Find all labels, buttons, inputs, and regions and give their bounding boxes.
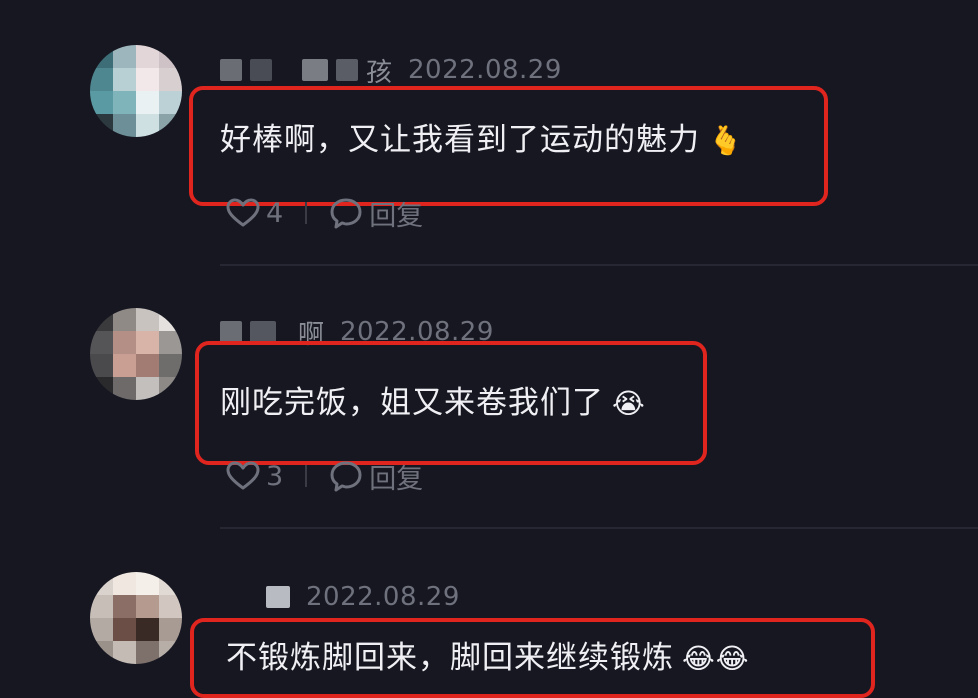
comment-bubble-icon — [329, 460, 363, 492]
emoji: 😭 — [612, 387, 646, 420]
comment-meta: 2022.08.29 — [220, 581, 460, 613]
username-blur — [250, 59, 272, 81]
comment-actions: 4 回复 — [226, 194, 423, 233]
comment-text-content: 好棒啊，又让我看到了运动的魅力 — [220, 122, 700, 158]
reply-button[interactable]: 回复 — [329, 457, 423, 496]
comment-date: 2022.08.29 — [306, 582, 460, 612]
emoji: 🫰 — [708, 124, 744, 157]
action-separator — [305, 202, 308, 224]
reply-button[interactable]: 回复 — [329, 194, 423, 233]
comment-text: 刚吃完饭，姐又来卷我们了 😭 — [220, 377, 646, 422]
avatar[interactable] — [90, 308, 182, 400]
reply-label: 回复 — [369, 463, 424, 495]
comment-meta: 孩 2022.08.29 — [220, 52, 562, 89]
divider — [220, 264, 978, 266]
comment-text: 不锻炼脚回来，脚回来继续锻炼 😂😂 — [226, 632, 749, 677]
username-blur — [250, 321, 276, 343]
like-count: 3 — [266, 460, 284, 492]
comment-text-content: 不锻炼脚回来，脚回来继续锻炼 — [226, 640, 674, 676]
username-blur — [220, 321, 242, 343]
reply-label: 回复 — [369, 200, 424, 232]
like-button[interactable]: 3 — [226, 461, 283, 492]
comment-bubble-icon — [329, 197, 363, 229]
action-separator — [305, 465, 308, 487]
emoji: 😂😂 — [682, 642, 750, 675]
like-button[interactable]: 4 — [226, 198, 283, 229]
heart-icon — [226, 461, 260, 491]
avatar[interactable] — [90, 45, 182, 137]
username-blur — [302, 59, 328, 81]
divider — [220, 527, 978, 529]
comment-actions: 3 回复 — [226, 457, 423, 496]
comment-date: 2022.08.29 — [408, 55, 562, 85]
like-count: 4 — [266, 197, 284, 229]
username-blur — [266, 586, 290, 608]
heart-icon — [226, 198, 260, 228]
username-blur — [336, 59, 358, 81]
username-blur — [220, 59, 242, 81]
username[interactable]: 孩 — [366, 52, 392, 89]
comment-text-content: 刚吃完饭，姐又来卷我们了 — [220, 385, 604, 421]
avatar[interactable] — [90, 572, 182, 664]
comment-text: 好棒啊，又让我看到了运动的魅力 🫰 — [220, 114, 744, 159]
